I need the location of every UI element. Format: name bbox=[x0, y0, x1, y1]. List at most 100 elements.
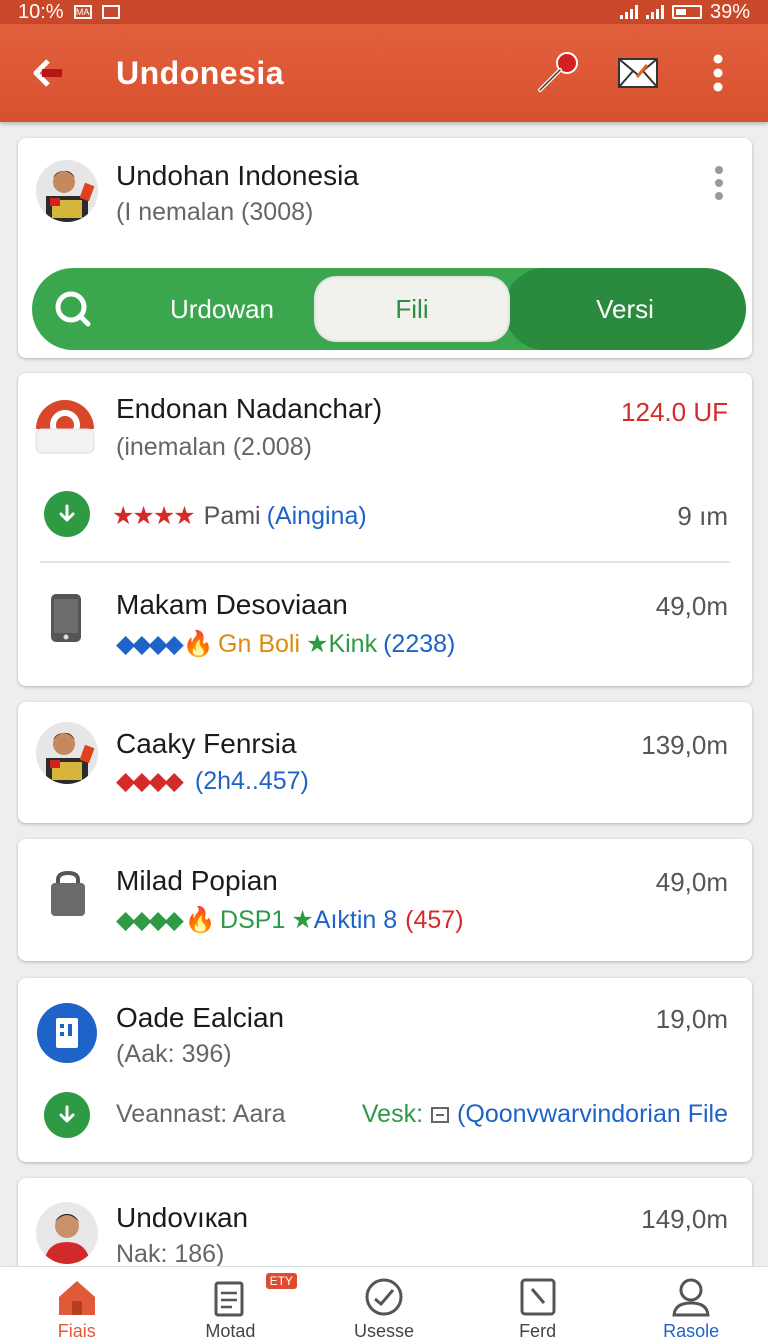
nav-item-motad[interactable]: ETY Motad bbox=[154, 1267, 308, 1344]
rating-link[interactable]: (Aingina) bbox=[267, 502, 367, 531]
phone-icon bbox=[51, 594, 81, 642]
list-item[interactable]: Makam Desoviaan 49,0m ◆◆◆◆ 🔥 Gn Boli ★ K… bbox=[18, 563, 752, 686]
list-item[interactable]: Oade Ealcian (Ааk: 396) 19,0m Veannast: … bbox=[18, 978, 752, 1162]
item-size: 124.0 UF bbox=[621, 397, 728, 427]
nav-item-rasole[interactable]: Rasole bbox=[614, 1267, 768, 1344]
item-rating-row: ◆◆◆◆ 🔥 DSP1 ★ Aıktin 8 (457) bbox=[116, 905, 464, 935]
rating-tag-2: Aıktin 8 bbox=[313, 905, 398, 934]
lock-icon bbox=[51, 871, 85, 916]
rating-label: Pami bbox=[203, 501, 261, 530]
file-label: Vesk: bbox=[361, 1100, 424, 1128]
avatar bbox=[36, 160, 98, 222]
microphone-button[interactable] bbox=[530, 45, 586, 101]
home-icon bbox=[58, 1281, 95, 1315]
nav-label: Ferd bbox=[519, 1321, 557, 1341]
segment-fili[interactable]: Fili bbox=[314, 276, 510, 342]
rating-tag-2: Kink bbox=[328, 629, 378, 658]
wifi-signal-icon bbox=[645, 5, 664, 19]
item-rating-row: ◆◆◆◆ (2h4..457) bbox=[116, 766, 309, 796]
item-rating-row: ★★★★ Pami (Aingina) bbox=[112, 501, 367, 531]
battery-icon bbox=[671, 5, 702, 19]
file-box-icon bbox=[431, 1106, 450, 1123]
gem-rating-icon: ◆◆◆◆ bbox=[116, 767, 184, 795]
item-file-info: Vesk: (Qoonvwarvindorian File bbox=[362, 1100, 728, 1129]
nav-label: Usesse bbox=[353, 1321, 414, 1341]
segment-label: Urdowan bbox=[169, 293, 275, 324]
segment-versi[interactable]: Versi bbox=[504, 268, 746, 350]
bottom-navigation: Fiais ETY Motad Usesse Ferd Rasole bbox=[0, 1266, 768, 1344]
gem-rating-icon: ◆◆◆◆ bbox=[116, 630, 184, 658]
nav-label: Rasole bbox=[663, 1321, 720, 1341]
battery-level: 39% bbox=[709, 0, 750, 23]
segment-label: Fili bbox=[395, 293, 429, 324]
overflow-menu-button[interactable] bbox=[690, 45, 746, 101]
segment-label: Versi bbox=[596, 293, 654, 324]
item-subtitle: (Ааk: 396) bbox=[116, 1040, 232, 1068]
item-title: Makam Desoviaan bbox=[116, 589, 348, 620]
star-icon: ★ bbox=[306, 630, 329, 658]
item-detail: Veannast: Aara bbox=[116, 1100, 286, 1128]
nav-item-usesse[interactable]: Usesse bbox=[307, 1267, 461, 1344]
item-title: Endonan Nadanchar) bbox=[116, 393, 383, 424]
notification-flag-icon bbox=[101, 5, 120, 19]
list-item[interactable]: Caaky Fenrsia 139,0m ◆◆◆◆ (2h4..457) bbox=[18, 702, 752, 823]
profile-subtitle: (I nemalan (3008) bbox=[116, 198, 314, 226]
item-subtitle: (inemalan (2.008) bbox=[116, 433, 312, 461]
rating-count: (2h4..457) bbox=[194, 766, 309, 795]
profile-icon bbox=[672, 1278, 710, 1317]
download-button[interactable] bbox=[44, 1092, 90, 1138]
square-icon bbox=[520, 1278, 556, 1316]
item-size: 19,0m bbox=[655, 1004, 728, 1034]
mail-button[interactable] bbox=[610, 45, 666, 101]
item-title: Undovıкan bbox=[116, 1202, 249, 1233]
segmented-control: Versi Urdowan Fili bbox=[32, 268, 746, 350]
rating-tag: DSP1 bbox=[220, 905, 286, 934]
document-icon bbox=[214, 1281, 244, 1317]
item-title: Caaky Fenrsia bbox=[116, 728, 297, 759]
list-item[interactable]: Undovıкan Nak: 186) 149,0m bbox=[18, 1178, 752, 1278]
item-rating-row: ◆◆◆◆ 🔥 Gn Boli ★ Kink (2238) bbox=[116, 629, 455, 659]
flame-icon: 🔥 bbox=[184, 905, 217, 934]
nav-item-fiais[interactable]: Fiais bbox=[0, 1267, 154, 1344]
mail-icon bbox=[618, 58, 658, 88]
star-rating-icon: ★★★★ bbox=[112, 502, 196, 530]
app-bar: Undonesia bbox=[0, 24, 768, 122]
segment-urdowan[interactable]: Urdowan bbox=[152, 268, 292, 350]
item-size: 49,0m bbox=[655, 867, 728, 897]
check-circle-icon bbox=[365, 1278, 403, 1316]
notification-badge-icon: MA bbox=[73, 5, 92, 19]
list-item[interactable]: Milad Popian 49,0m ◆◆◆◆ 🔥 DSP1 ★ Aıktin … bbox=[18, 839, 752, 961]
item-size: 49,0m bbox=[655, 591, 728, 621]
list-item[interactable]: Endonan Nadanchar) (inemalan (2.008) 124… bbox=[18, 373, 752, 561]
list-card: Endonan Nadanchar) (inemalan (2.008) 124… bbox=[18, 373, 752, 686]
gem-rating-icon: ◆◆◆◆ bbox=[116, 906, 184, 934]
search-icon[interactable] bbox=[50, 286, 96, 332]
download-button[interactable] bbox=[44, 491, 90, 537]
profile-card: Undohan Indonesia (I nemalan (3008) Vers… bbox=[18, 138, 752, 358]
nav-item-ferd[interactable]: Ferd bbox=[461, 1267, 615, 1344]
app-logo-icon bbox=[37, 1003, 97, 1063]
status-time: 10:% bbox=[18, 0, 64, 23]
item-size: 149,0m bbox=[641, 1204, 728, 1234]
item-subtitle: Nak: 186) bbox=[116, 1240, 225, 1268]
microphone-icon bbox=[538, 52, 578, 92]
nav-badge: ETY bbox=[265, 1273, 297, 1289]
nav-label: Motad bbox=[205, 1321, 256, 1341]
status-bar: 10:% MA 39% bbox=[0, 0, 768, 24]
app-logo-icon bbox=[34, 395, 96, 457]
back-button[interactable] bbox=[18, 41, 82, 105]
nav-label: Fiais bbox=[57, 1321, 96, 1341]
profile-name: Undohan Indonesia bbox=[116, 160, 359, 191]
signal-icon bbox=[619, 5, 638, 19]
avatar bbox=[36, 722, 98, 784]
rating-tag: Gn Boli bbox=[218, 629, 301, 658]
file-name-link[interactable]: (Qoonvwarvindorian File bbox=[457, 1100, 728, 1129]
avatar bbox=[36, 1202, 98, 1264]
download-arrow-icon bbox=[59, 1105, 75, 1123]
rating-count: (457) bbox=[405, 905, 464, 934]
rating-count: (2238) bbox=[383, 629, 456, 658]
profile-more-button[interactable] bbox=[712, 166, 726, 200]
item-title: Milad Popian bbox=[116, 865, 278, 896]
item-size: 139,0m bbox=[641, 730, 728, 760]
item-time: 9 ım bbox=[677, 501, 728, 531]
